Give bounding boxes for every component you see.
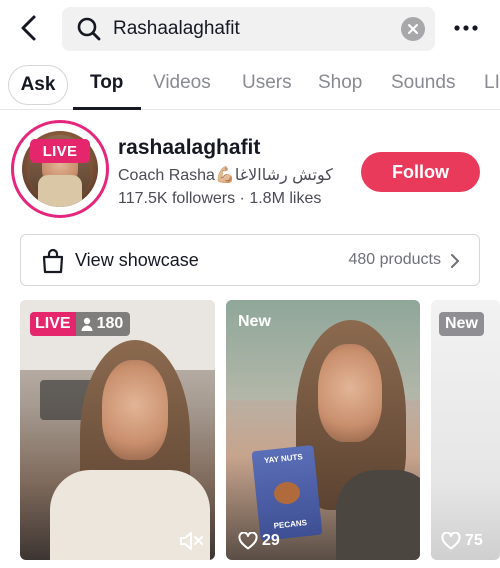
viewer-count: 180 [75, 312, 131, 336]
username[interactable]: rashaalaghafit [118, 136, 260, 160]
tab-top[interactable]: Top [90, 72, 123, 94]
follow-button[interactable]: Follow [361, 152, 480, 192]
person-icon [81, 317, 93, 331]
likes-text: 75 [465, 532, 483, 549]
video-card-live[interactable]: LIVE 180 [20, 300, 215, 560]
viewer-count-text: 180 [96, 315, 124, 332]
likes-count: 29 [238, 532, 280, 550]
heart-icon [238, 532, 258, 550]
video-card[interactable]: New 75 [431, 300, 500, 560]
tab-ask[interactable]: Ask [8, 65, 68, 105]
top-bar: Rashaalaghafit [0, 0, 500, 58]
product-pouch: YAY NUTS PECANS [251, 445, 323, 541]
search-query: Rashaalaghafit [113, 18, 240, 39]
product-count: 480 products [348, 251, 441, 268]
search-tabs: Ask Top Videos Users Shop Sounds LI [0, 62, 500, 110]
clear-icon[interactable] [401, 17, 425, 41]
showcase-label: View showcase [75, 250, 199, 270]
back-icon[interactable] [14, 12, 44, 44]
profile-stats: 117.5K followers · 1.8M likes [118, 190, 322, 207]
chevron-right-icon [449, 253, 461, 269]
avatar[interactable] [11, 120, 109, 218]
showcase-row[interactable]: View showcase 480 products [20, 234, 480, 286]
search-input[interactable]: Rashaalaghafit [62, 7, 435, 51]
shopping-bag-icon [41, 248, 65, 274]
video-card[interactable]: YAY NUTS PECANS New 29 [226, 300, 420, 560]
more-icon[interactable] [452, 16, 480, 40]
search-icon [76, 16, 102, 42]
heart-icon [441, 532, 461, 550]
live-badge: LIVE [30, 139, 90, 163]
active-tab-indicator [73, 107, 141, 110]
profile-subtitle: Coach Rasha💪🏼كوتش رشاالاغا [118, 167, 333, 184]
new-badge: New [238, 313, 271, 330]
tab-sounds[interactable]: Sounds [391, 72, 455, 94]
tab-live[interactable]: LI [484, 72, 500, 94]
tab-users[interactable]: Users [242, 72, 292, 94]
live-label: LIVE [30, 312, 76, 336]
likes-count: 75 [441, 532, 483, 550]
likes-text: 29 [262, 532, 280, 549]
mute-icon[interactable] [179, 530, 205, 552]
new-badge: New [439, 312, 484, 336]
tab-videos[interactable]: Videos [153, 72, 211, 94]
live-chip: LIVE 180 [30, 312, 131, 336]
tab-shop[interactable]: Shop [318, 72, 362, 94]
